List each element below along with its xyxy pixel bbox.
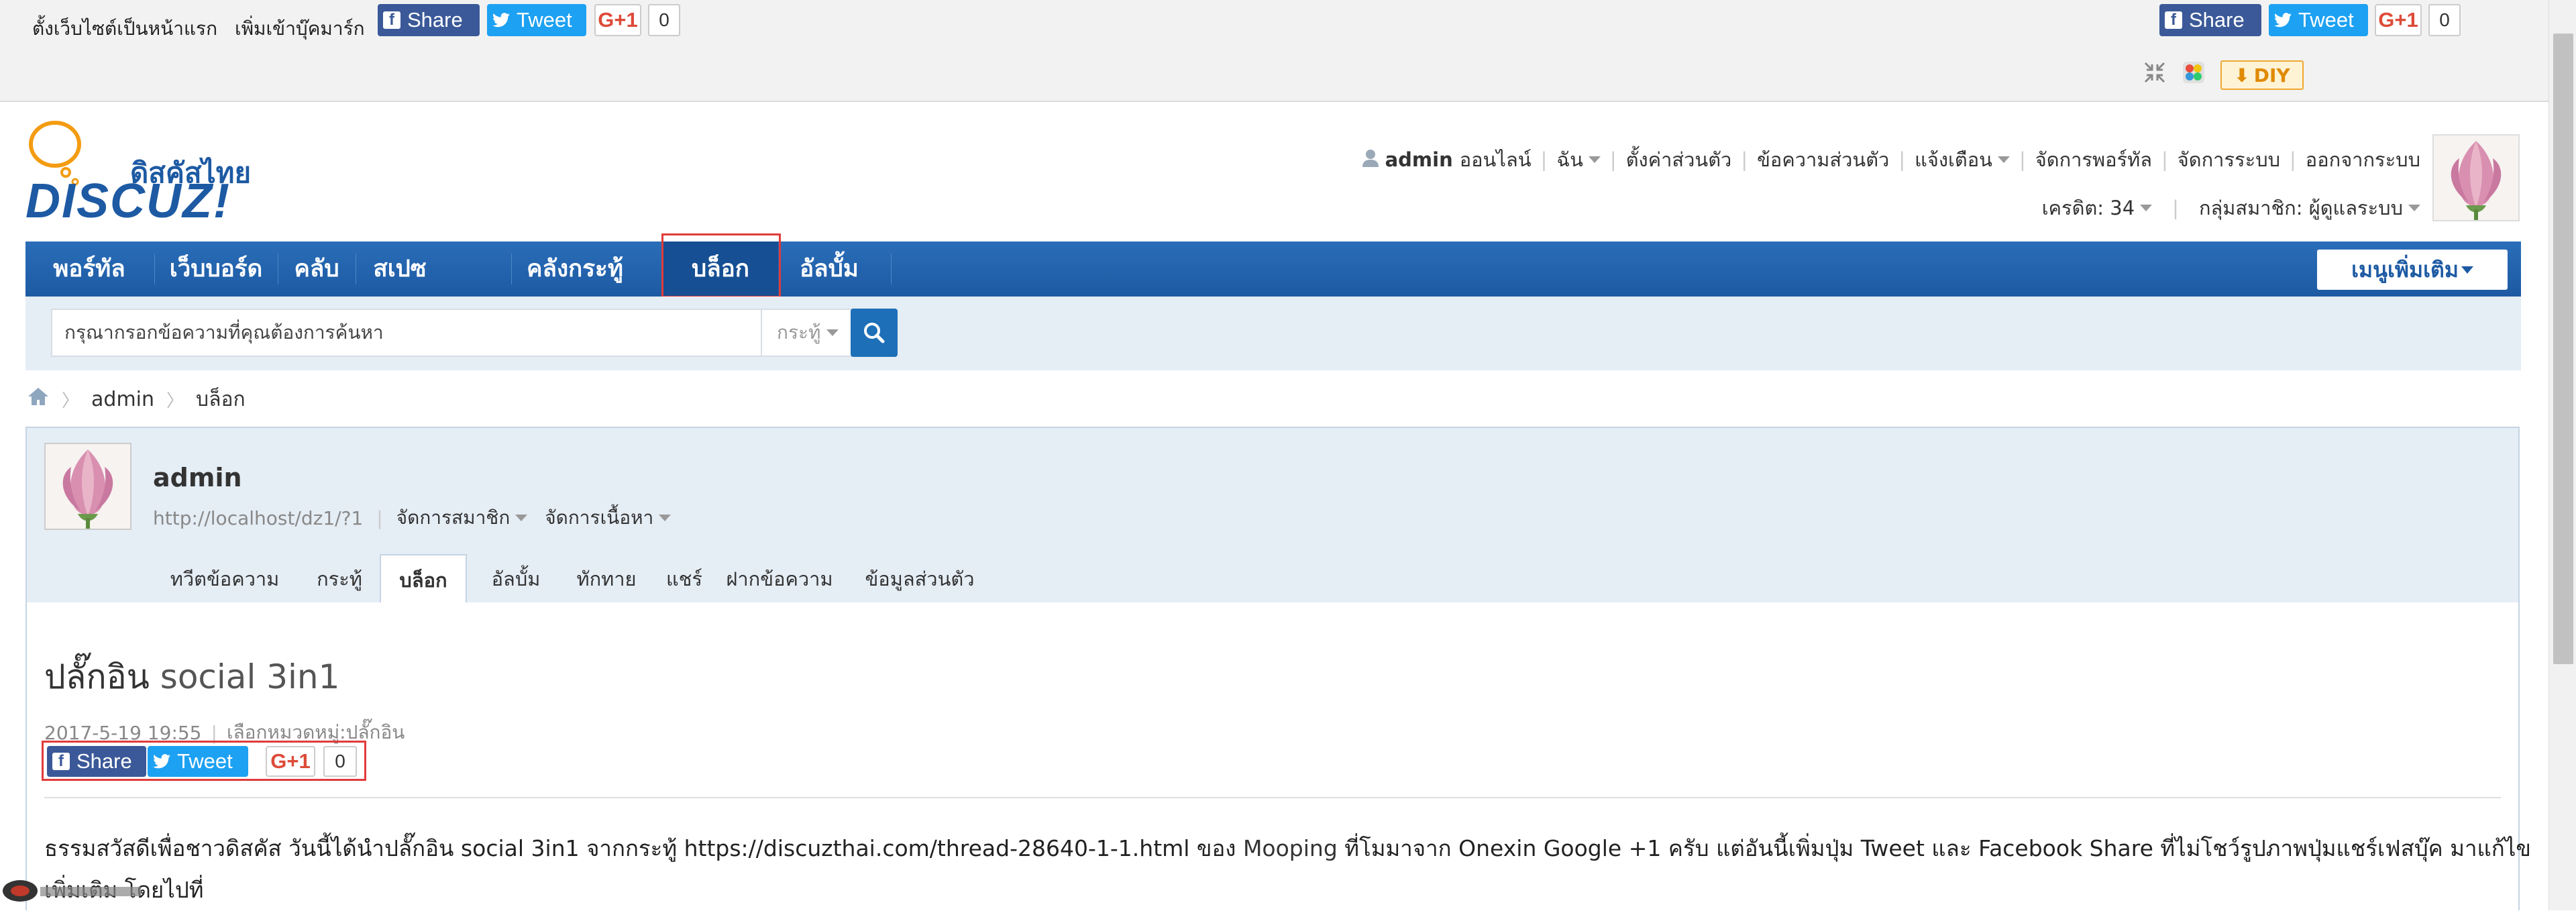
post-title: ปลั๊กอิน social 3in1 [44, 657, 340, 696]
chevron-down-icon [2140, 205, 2153, 211]
site-logo[interactable]: ดิสคัสไทย DISCUZ! [25, 117, 251, 228]
caret-down-icon [2461, 266, 2473, 274]
tab-greet[interactable]: ทักทาย [564, 554, 649, 604]
home-icon[interactable] [27, 386, 50, 412]
nav-portal[interactable]: พอร์ทัล [25, 242, 153, 297]
chevron-down-icon [1588, 156, 1601, 163]
chevron-down-icon [659, 515, 672, 521]
tab-share[interactable]: แชร์ [657, 554, 711, 604]
manage-content-menu[interactable]: จัดการเนื้อหา [545, 503, 653, 533]
gplus-count-right: 0 [2428, 4, 2461, 36]
system-admin-link[interactable]: จัดการระบบ [2178, 144, 2280, 175]
more-menu-button[interactable]: เมนูเพิ่มเติม [2317, 250, 2508, 290]
add-bookmark-link[interactable]: เพิ่มเข้าบุ๊คมาร์ก [235, 14, 365, 44]
divider [44, 797, 2501, 798]
search-icon [864, 323, 885, 343]
highlight-box [661, 233, 781, 298]
nav-space[interactable]: สเปซ [357, 242, 443, 297]
tweet-button-right[interactable]: Tweet [2269, 4, 2368, 36]
profile-name[interactable]: admin [153, 463, 242, 492]
gplus-button-right[interactable]: G+1 [2375, 4, 2422, 36]
tab-tweets[interactable]: ทวีตข้อความ [161, 554, 288, 604]
profile-url[interactable]: http://localhost/dz1/?1 [153, 507, 363, 529]
me-menu[interactable]: ฉัน [1556, 144, 1583, 175]
search-bar: กรุณากรอกข้อความที่คุณต้องการค้นหา กระทู… [25, 297, 2521, 370]
private-messages-link[interactable]: ข้อความส่วนตัว [1757, 144, 1889, 175]
profile-url-row: http://localhost/dz1/?1 | จัดการสมาชิก จ… [153, 503, 672, 533]
twitter-icon [2274, 11, 2292, 29]
highlight-box [42, 741, 366, 781]
arrow-down-icon: ⬇ [2234, 64, 2250, 87]
facebook-share-button[interactable]: f Share [378, 4, 480, 36]
settings-link[interactable]: ตั้งค่าส่วนตัว [1626, 144, 1732, 175]
page-scrollbar[interactable] [2548, 0, 2576, 910]
search-input[interactable]: กรุณากรอกข้อความที่คุณต้องการค้นหา [51, 309, 762, 357]
collapse-icon[interactable] [2143, 60, 2167, 87]
author-link[interactable]: Mooping [1243, 835, 1338, 861]
search-scope-select[interactable]: กระทู้ [762, 309, 863, 357]
diy-button[interactable]: ⬇ DIY [2220, 60, 2304, 90]
portal-admin-link[interactable]: จัดการพอร์ทัล [2035, 144, 2152, 175]
user-avatar[interactable] [2432, 134, 2520, 221]
online-status: ออนไลน์ [1459, 148, 1532, 171]
nav-club[interactable]: คลับ [279, 242, 354, 297]
nav-album[interactable]: อัลบั้ม [781, 242, 877, 297]
chevron-down-icon [1997, 156, 2010, 163]
logo-brand-text: DISCUZ! [25, 174, 231, 228]
tab-blog[interactable]: บล็อก [380, 554, 467, 604]
tab-guestbook[interactable]: ฝากข้อความ [719, 554, 840, 604]
chevron-down-icon [515, 515, 528, 521]
breadcrumb-current: บล็อก [196, 387, 246, 411]
notifications-menu[interactable]: แจ้งเตือน [1915, 144, 1992, 175]
tweet-button[interactable]: Tweet [487, 4, 586, 36]
nav-forum[interactable]: เว็บบอร์ด [156, 242, 276, 297]
post-body-line1: ธรรมสวัสดีเพื่อชาวดิสคัส วันนี้ได้นำปลั๊… [44, 835, 2531, 861]
logout-link[interactable]: ออกจากระบบ [2306, 144, 2420, 175]
gplus-count: 0 [648, 4, 680, 36]
username[interactable]: admin [1385, 148, 1453, 171]
watermark-logo [0, 875, 154, 908]
tab-profile-info[interactable]: ข้อมูลส่วนตัว [849, 554, 990, 604]
profile-panel: admin http://localhost/dz1/?1 | จัดการสม… [25, 427, 2520, 604]
gplus-button[interactable]: G+1 [594, 4, 641, 36]
member-group-menu[interactable]: กลุ่มสมาชิก: ผู้ดูแลระบบ [2199, 193, 2403, 223]
breadcrumb-user[interactable]: admin [91, 388, 154, 411]
manage-member-menu[interactable]: จัดการสมาชิก [396, 503, 511, 533]
user-toolbar: admin ออนไลน์ | ฉัน | ตั้งค่าส่วนตัว | ข… [1361, 144, 2420, 175]
credit-menu[interactable]: เครดิต: 34 [2042, 193, 2135, 223]
tab-threads[interactable]: กระทู้ [301, 554, 378, 604]
profile-avatar[interactable] [44, 443, 131, 530]
facebook-share-button-right[interactable]: f Share [2159, 4, 2261, 36]
credit-bar: เครดิต: 34 | กลุ่มสมาชิก: ผู้ดูแลระบบ [2042, 193, 2420, 223]
facebook-icon: f [2165, 11, 2182, 29]
search-button[interactable] [851, 309, 898, 357]
tab-album[interactable]: อัลบั้ม [476, 554, 555, 604]
breadcrumb: 〉 admin 〉 บล็อก [27, 384, 246, 414]
scrollbar-thumb[interactable] [2553, 34, 2573, 664]
color-palette-icon[interactable] [2182, 60, 2206, 87]
set-homepage-link[interactable]: ตั้งเว็บไซต์เป็นหน้าแรก [32, 14, 217, 44]
facebook-icon: f [383, 11, 400, 29]
user-icon [1361, 148, 1380, 172]
chevron-down-icon [826, 329, 839, 336]
twitter-icon [492, 11, 510, 29]
chevron-down-icon [2408, 205, 2420, 211]
main-nav: พอร์ทัล เว็บบอร์ด คลับ สเปซ คลังกระทู้ บ… [25, 242, 2521, 297]
nav-thread-archive[interactable]: คลังกระทู้ [488, 242, 661, 297]
top-toolbar: ตั้งเว็บไซต์เป็นหน้าแรก เพิ่มเข้าบุ๊คมาร… [0, 0, 2549, 102]
